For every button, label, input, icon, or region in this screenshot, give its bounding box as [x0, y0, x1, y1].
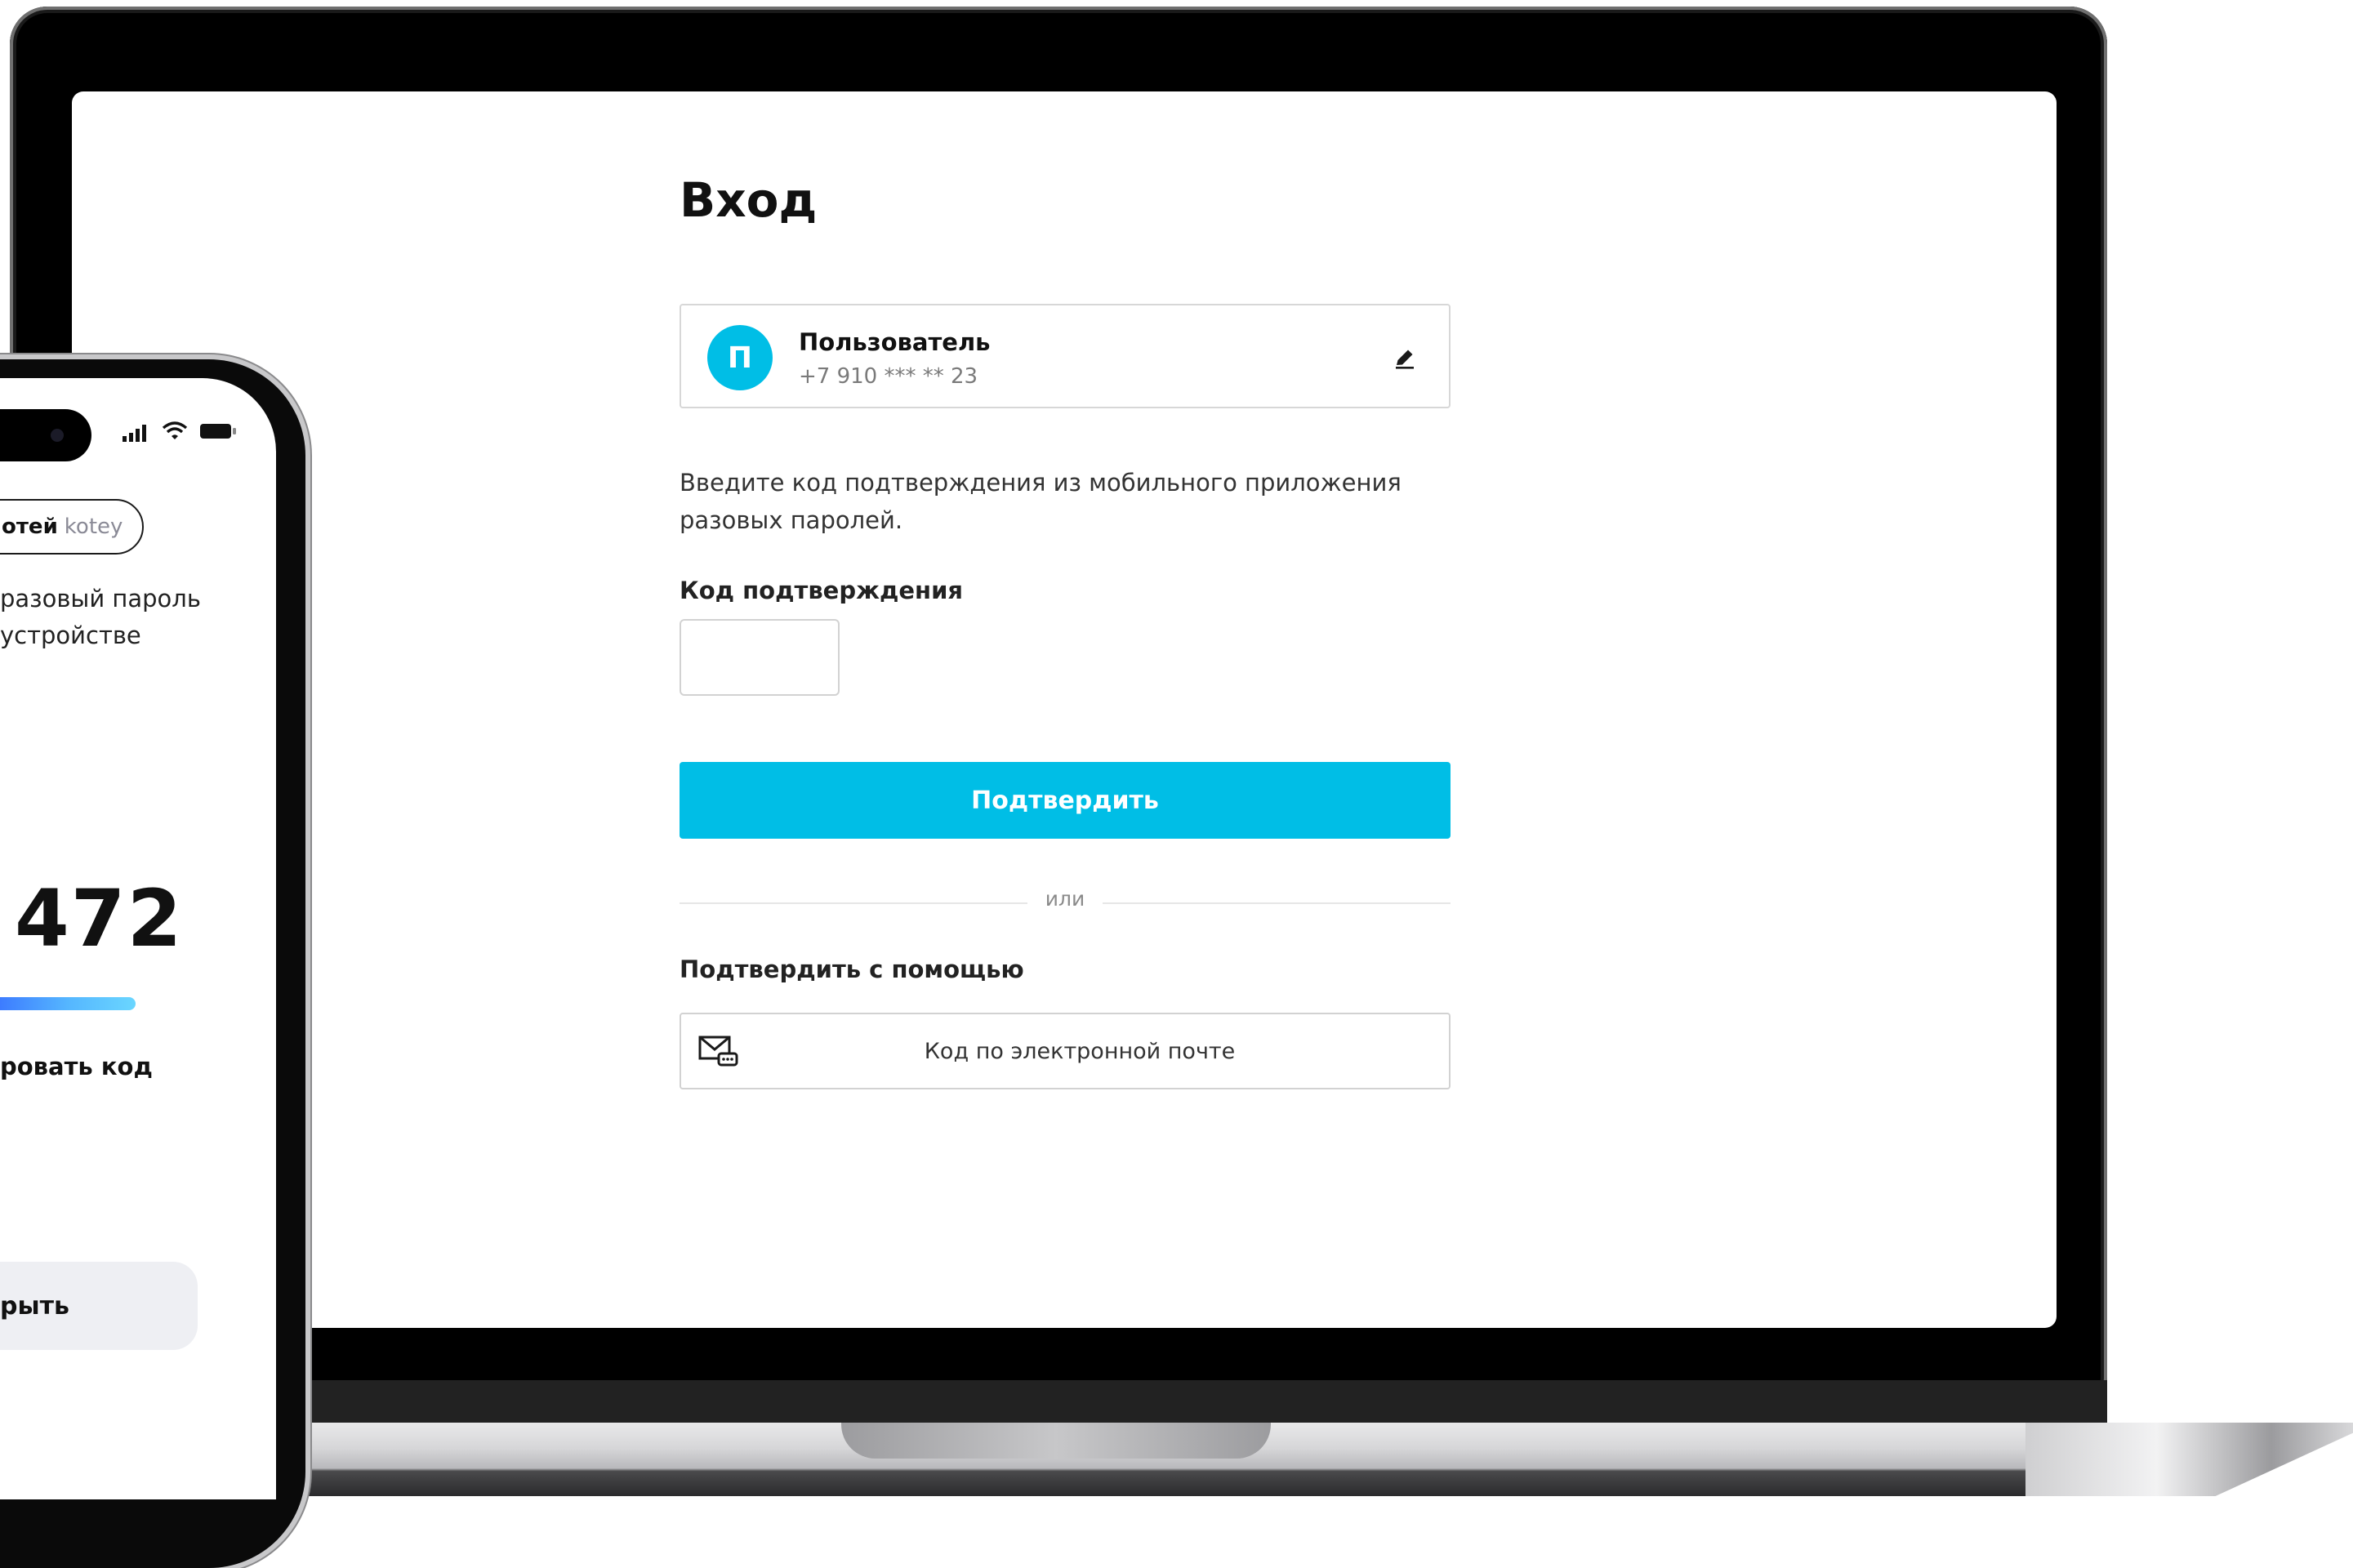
laptop-frame: Вход П Пользователь +7 910 *** ** 23 Вве…: [10, 7, 2107, 1415]
instructions-text: Введите код подтверждения из мобильного …: [680, 469, 1402, 534]
account-chip-login: kotey: [64, 514, 123, 539]
laptop-bottom-bezel: [10, 1380, 2107, 1423]
edit-user-button[interactable]: [1388, 341, 1421, 374]
user-card: П Пользователь +7 910 *** ** 23: [680, 304, 1451, 408]
avatar: П: [707, 325, 773, 390]
signal-icon: [123, 425, 146, 442]
confirm-button[interactable]: Подтвердить: [680, 762, 1451, 839]
battery-icon: [200, 424, 236, 439]
page-title: Вход: [680, 172, 818, 228]
close-button-label: рыть: [0, 1291, 69, 1321]
confirm-with-label: Подтвердить с помощью: [680, 956, 1024, 983]
account-chip[interactable]: отей kotey: [0, 499, 145, 555]
dynamic-island: [0, 409, 91, 461]
laptop-hinge-notch: [841, 1423, 1271, 1459]
user-name: Пользователь: [799, 328, 991, 356]
wifi-icon: [162, 421, 188, 439]
email-code-option-label: Код по электронной почте: [924, 1039, 1236, 1064]
otp-code: 472: [15, 873, 184, 964]
laptop-screen: Вход П Пользователь +7 910 *** ** 23 Вве…: [72, 91, 2057, 1328]
divider-line-left: [680, 902, 1027, 904]
copy-code-link[interactable]: ровать код: [0, 1053, 153, 1080]
otp-caption: разовый пароль устройстве: [0, 585, 201, 649]
close-button[interactable]: рыть: [0, 1262, 198, 1350]
code-input[interactable]: [680, 619, 840, 696]
email-code-option[interactable]: Код по электронной почте: [680, 1013, 1451, 1089]
divider-line-right: [1103, 902, 1451, 904]
otp-timer-progress: [0, 997, 136, 1010]
laptop-base-edge: [2025, 1423, 2353, 1496]
camera-icon: [51, 429, 64, 442]
divider-text: или: [1045, 887, 1085, 911]
pencil-icon: [1396, 350, 1414, 369]
code-field-label: Код подтверждения: [680, 577, 964, 604]
account-chip-name: отей: [2, 514, 58, 539]
phone-screen: отей kotey разовый пароль устройстве 472…: [0, 378, 276, 1499]
user-phone: +7 910 *** ** 23: [799, 364, 978, 389]
